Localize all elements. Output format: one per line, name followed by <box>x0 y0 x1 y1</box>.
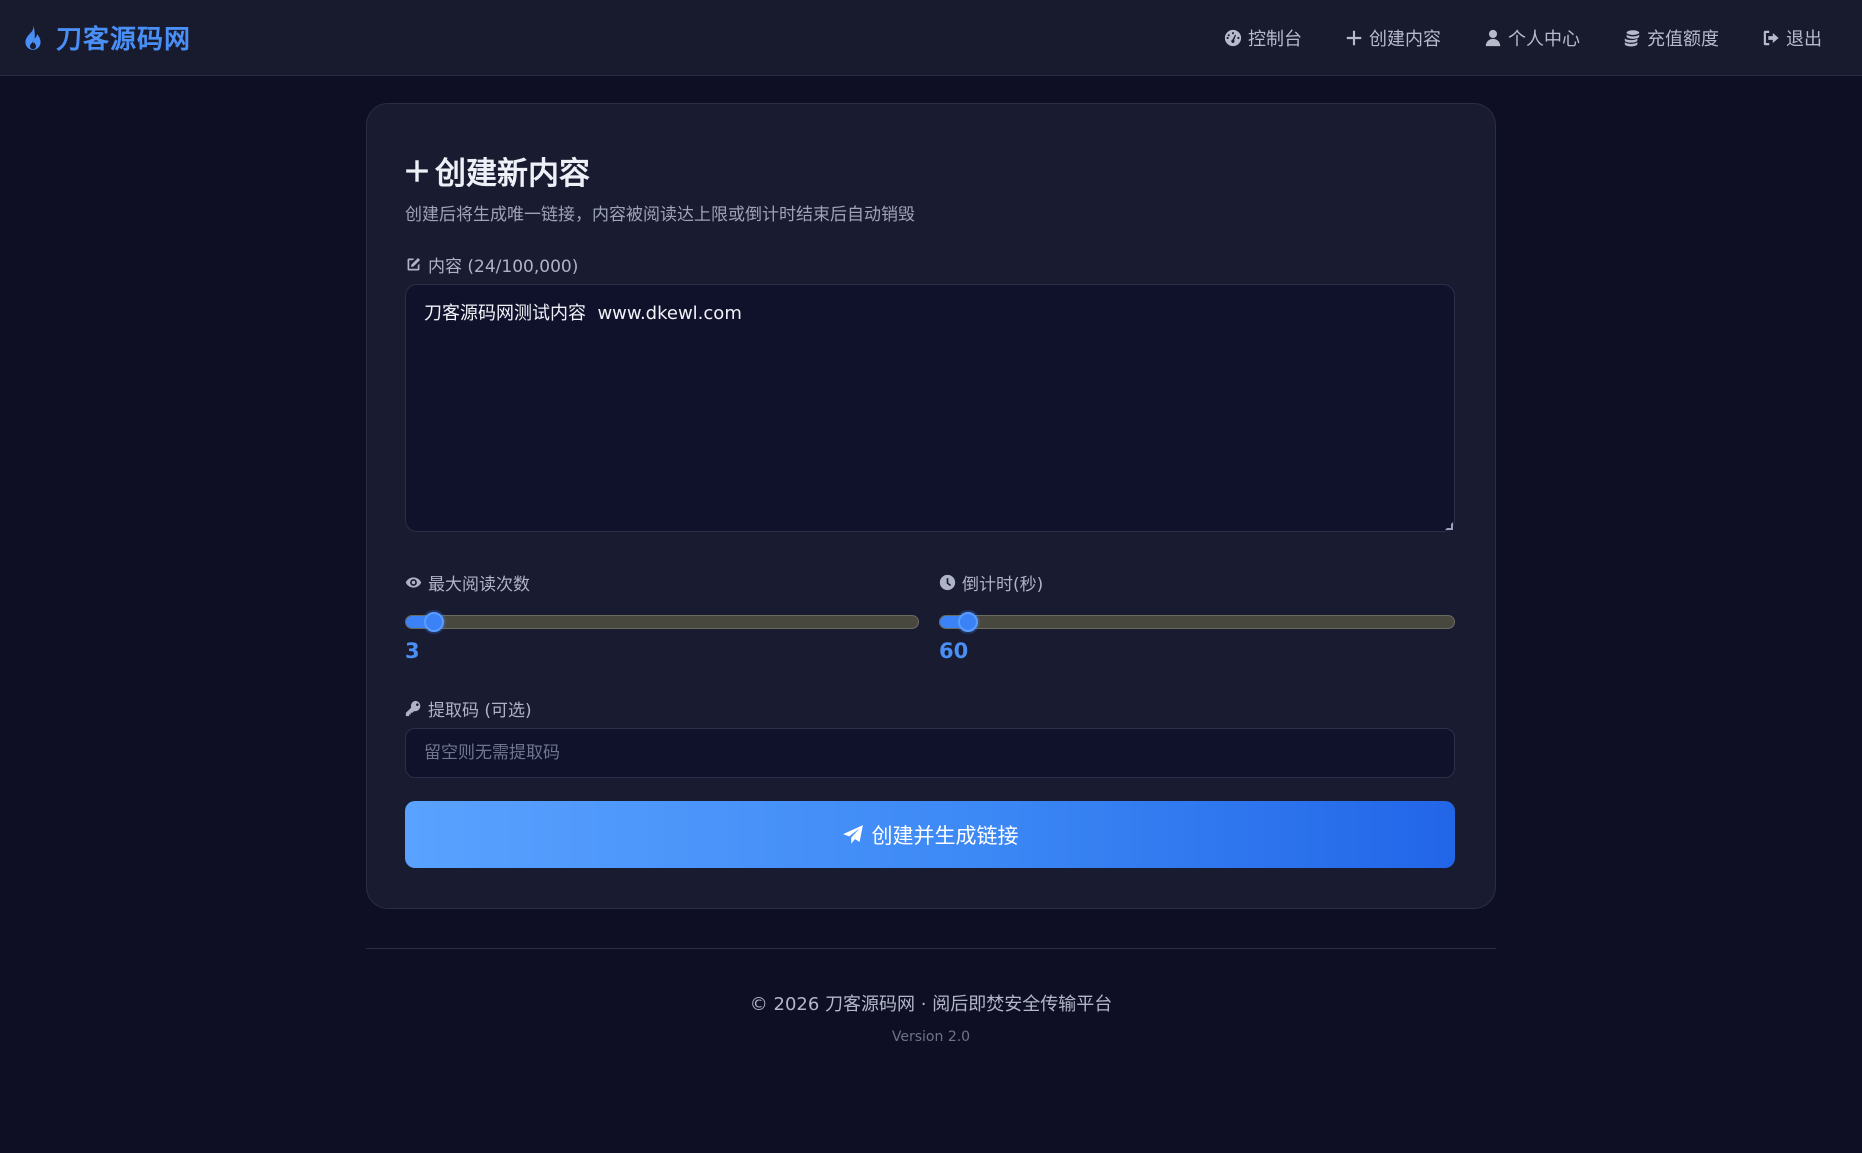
top-navbar: 刀客源码网 控制台 创建内容 个人中心 充值额度 退出 <box>0 0 1862 76</box>
nav-label-dashboard: 控制台 <box>1248 28 1302 50</box>
page-title: 创建新内容 <box>405 148 590 193</box>
countdown-label-text: 倒计时(秒) <box>962 575 1044 595</box>
create-link-button-label: 创建并生成链接 <box>871 823 1019 848</box>
flame-icon <box>25 24 41 50</box>
countdown-slider[interactable] <box>939 612 1455 632</box>
nav-item-dashboard[interactable]: 控制台 <box>1224 25 1302 51</box>
max-reads-value: 3 <box>405 639 420 663</box>
access-code-input[interactable] <box>405 728 1455 778</box>
nav-item-profile[interactable]: 个人中心 <box>1484 25 1580 51</box>
access-code-label-text: 提取码 (可选) <box>428 701 532 721</box>
max-reads-slider[interactable] <box>405 612 919 632</box>
page-title-text: 创建新内容 <box>435 156 590 192</box>
nav-label-logout: 退出 <box>1786 28 1822 50</box>
nav-label-create-content: 创建内容 <box>1369 28 1441 50</box>
key-icon <box>405 700 421 717</box>
max-reads-slider-thumb[interactable] <box>423 612 444 632</box>
dashboard-icon <box>1224 29 1242 46</box>
footer-copyright: © 2026 刀客源码网 · 阅后即焚安全传输平台 <box>749 994 1113 1015</box>
create-content-card: 创建新内容 创建后将生成唯一链接，内容被阅读达上限或倒计时结束后自动销毁 内容 … <box>366 103 1496 909</box>
max-reads-label: 最大阅读次数 <box>405 570 530 595</box>
nav-item-create-content[interactable]: 创建内容 <box>1345 25 1441 51</box>
edit-icon <box>407 257 421 271</box>
brand-logo[interactable]: 刀客源码网 <box>20 19 191 56</box>
footer-divider <box>366 948 1496 949</box>
nav-item-logout[interactable]: 退出 <box>1762 25 1822 51</box>
clock-icon <box>939 574 956 591</box>
page-subtitle: 创建后将生成唯一链接，内容被阅读达上限或倒计时结束后自动销毁 <box>405 205 915 225</box>
eye-icon <box>405 577 422 588</box>
footer-version: Version 2.0 <box>891 1029 971 1045</box>
plus-icon <box>406 159 428 182</box>
content-label: 内容 (24/100,000) <box>405 252 578 277</box>
content-textarea[interactable]: 刀客源码网测试内容 www.dkewl.com <box>405 284 1455 532</box>
nav-label-recharge: 充值额度 <box>1647 28 1719 50</box>
countdown-slider-thumb[interactable] <box>957 612 978 632</box>
nav-label-profile: 个人中心 <box>1508 28 1580 50</box>
user-icon <box>1485 29 1501 46</box>
countdown-value: 60 <box>939 639 969 663</box>
create-link-button[interactable]: 创建并生成链接 <box>405 801 1455 868</box>
plus-icon <box>1346 30 1362 45</box>
logout-icon <box>1763 30 1779 45</box>
paper-plane-icon <box>842 824 863 844</box>
coins-icon <box>1624 29 1640 46</box>
max-reads-label-text: 最大阅读次数 <box>428 575 530 595</box>
brand-name: 刀客源码网 <box>56 25 192 55</box>
content-label-text: 内容 (24/100,000) <box>428 257 579 277</box>
access-code-label: 提取码 (可选) <box>405 696 532 721</box>
main-nav: 控制台 创建内容 个人中心 充值额度 退出 <box>1224 25 1822 51</box>
countdown-label: 倒计时(秒) <box>939 570 1043 595</box>
nav-item-recharge[interactable]: 充值额度 <box>1623 25 1719 51</box>
